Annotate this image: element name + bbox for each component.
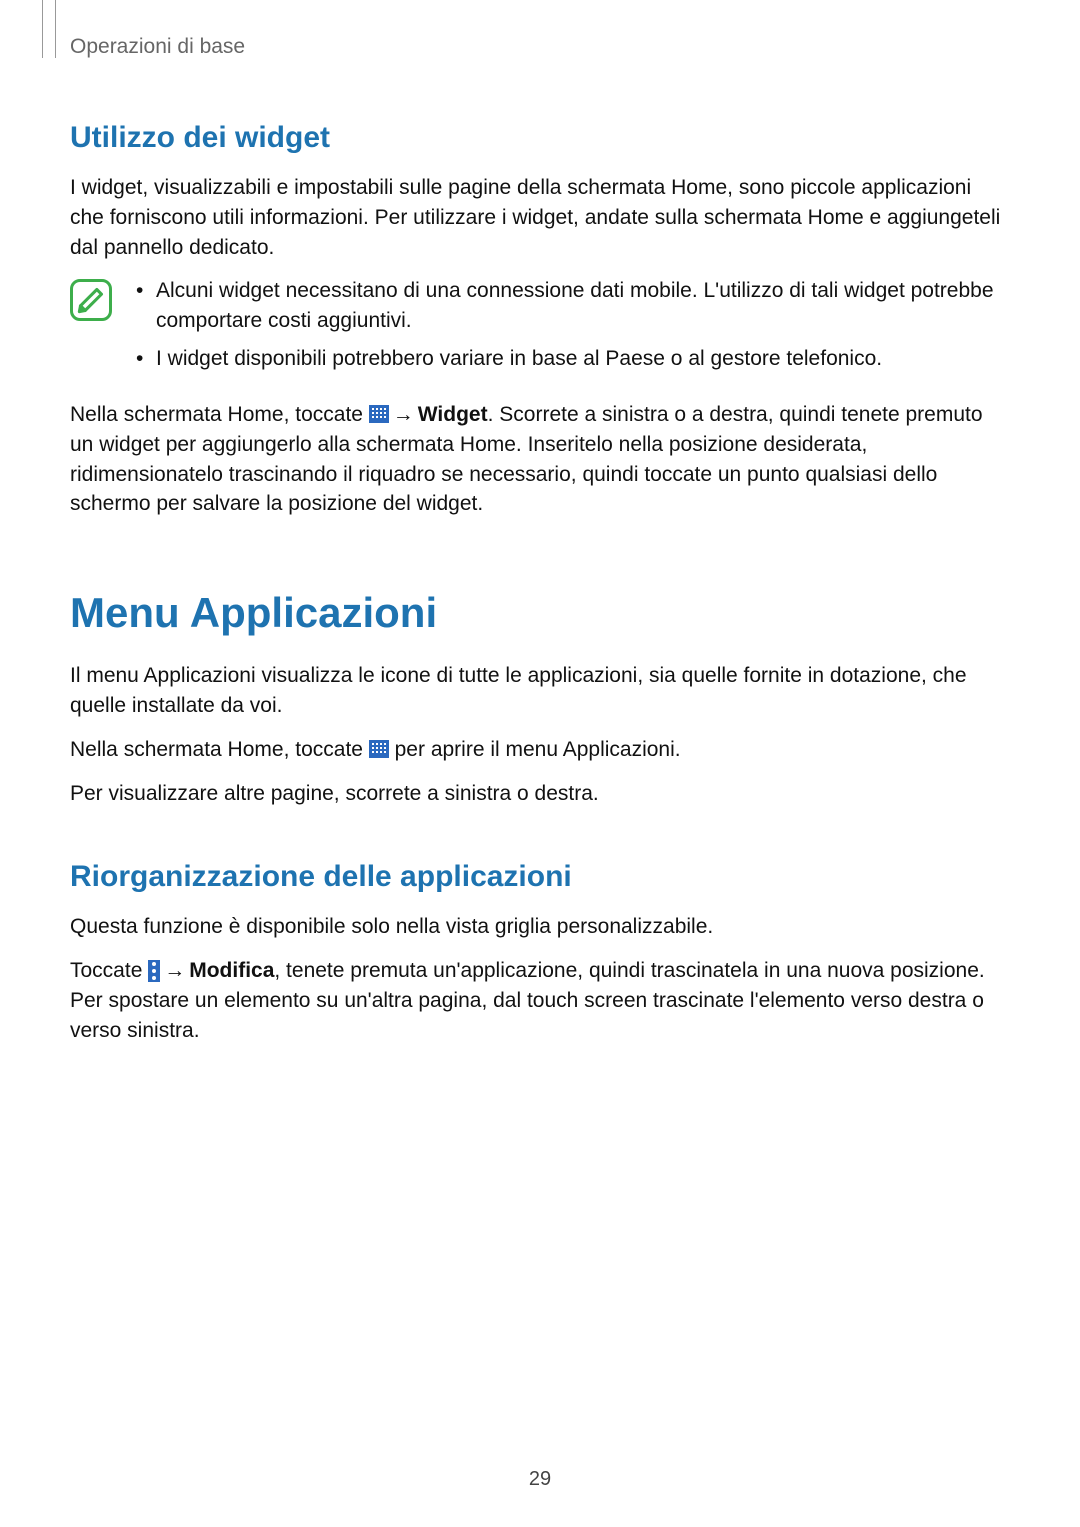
arrow-text: → <box>160 959 189 982</box>
heading-menu-applicazioni: Menu Applicazioni <box>70 589 1010 637</box>
heading-reorganizzazione: Riorganizzazione delle applicazioni <box>70 860 1010 894</box>
widget-intro: I widget, visualizzabili e impostabili s… <box>70 173 1010 262</box>
heading-widget-usage: Utilizzo dei widget <box>70 121 1010 155</box>
text-fragment: Nella schermata Home, toccate <box>70 403 369 426</box>
note-item: I widget disponibili potrebbero variare … <box>130 344 1010 374</box>
note-item: Alcuni widget necessitano di una conness… <box>130 276 1010 336</box>
more-vertical-icon <box>148 960 160 982</box>
page-number: 29 <box>0 1468 1080 1491</box>
menu-p1: Il menu Applicazioni visualizza le icone… <box>70 661 1010 721</box>
note-list: Alcuni widget necessitano di una conness… <box>130 276 1010 381</box>
running-head: Operazioni di base <box>70 35 1010 59</box>
reorg-p1: Questa funzione è disponibile solo nella… <box>70 912 1010 942</box>
bold-modifica-label: Modifica <box>189 959 274 982</box>
menu-p2: Nella schermata Home, toccate per aprire… <box>70 735 1010 765</box>
text-fragment: per aprire il menu Applicazioni. <box>389 738 681 761</box>
page-content: Operazioni di base Utilizzo dei widget I… <box>0 0 1080 1046</box>
widget-steps: Nella schermata Home, toccate →Widget. S… <box>70 400 1010 519</box>
menu-p3: Per visualizzare altre pagine, scorrete … <box>70 779 1010 809</box>
note-block: Alcuni widget necessitano di una conness… <box>70 276 1010 381</box>
note-pencil-icon <box>70 279 112 321</box>
reorg-p2: Toccate →Modifica, tenete premuta un'app… <box>70 956 1010 1045</box>
text-fragment: Toccate <box>70 959 148 982</box>
text-fragment: Nella schermata Home, toccate <box>70 738 369 761</box>
apps-grid-icon <box>369 740 389 758</box>
bold-widget-label: Widget <box>418 403 488 426</box>
arrow-text: → <box>389 403 418 426</box>
page-tab-mark <box>42 0 56 58</box>
apps-grid-icon <box>369 405 389 423</box>
